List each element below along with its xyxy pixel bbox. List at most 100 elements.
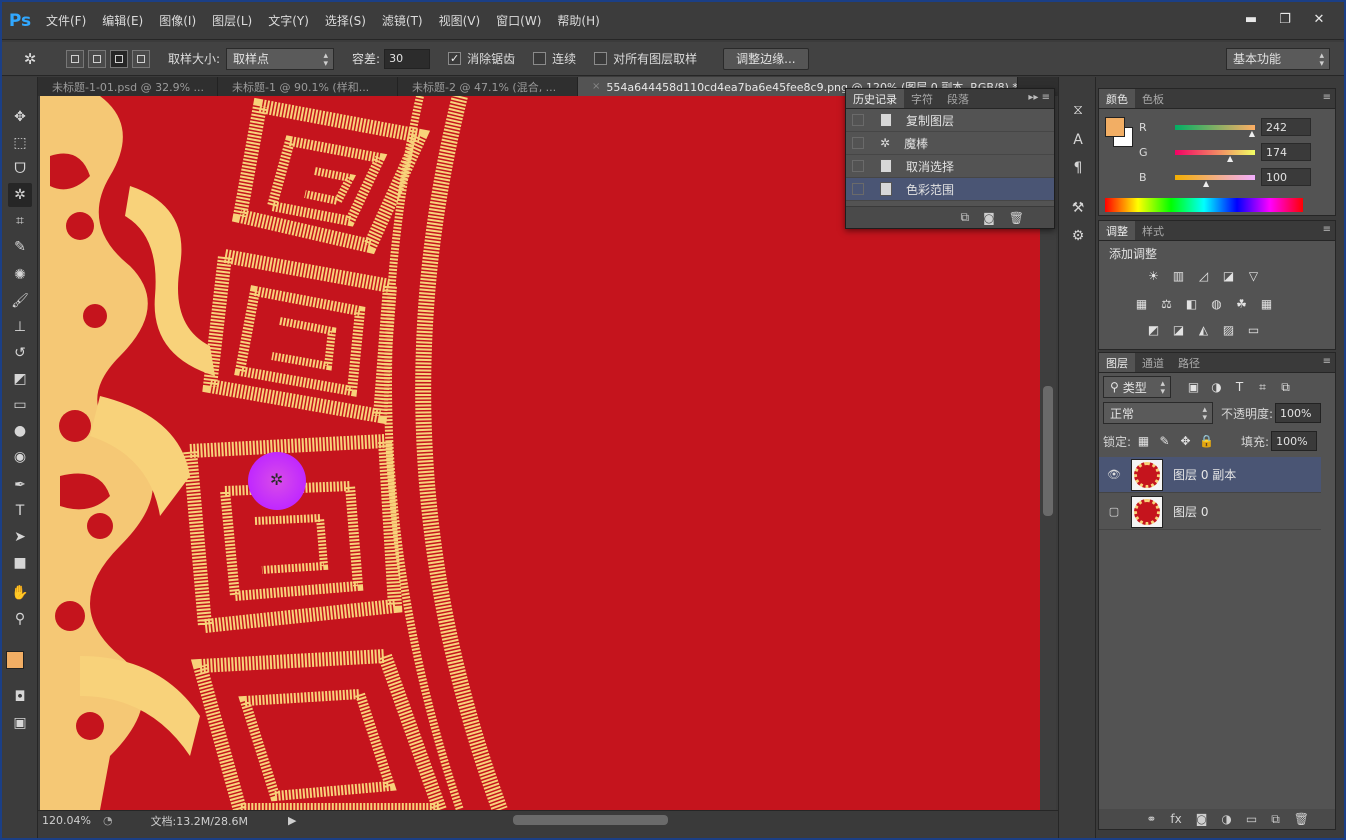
opacity-input[interactable]: 100% [1275,403,1322,423]
layer-filter-dropdown[interactable]: ⚲ 类型 ▴ ▾ [1103,376,1171,398]
zoom-level[interactable]: 120.04% [42,814,91,827]
menu-filter[interactable]: 滤镜(T) [374,2,431,40]
close-button[interactable]: ✕ [1304,10,1334,28]
menu-edit[interactable]: 编辑(E) [94,2,151,40]
path-selection-icon[interactable]: ➤ [8,525,32,549]
levels-icon[interactable]: ▥ [1170,267,1187,284]
scroll-thumb[interactable] [1043,386,1053,516]
brush-tool-icon[interactable]: 🖌 [8,289,32,313]
tab-channels[interactable]: 通道 [1135,353,1171,372]
document-tab[interactable]: 未标题-1-01.psd @ 32.9% ... [38,77,218,96]
horizontal-scroll-thumb[interactable] [513,815,668,825]
green-slider[interactable]: ▲ [1175,149,1255,163]
new-document-from-state-icon[interactable]: ⧉ [961,210,970,225]
tab-color[interactable]: 颜色 [1099,89,1135,108]
layer-style-fx-icon[interactable]: fx [1170,812,1181,826]
crop-tool-icon[interactable]: ⌗ [8,209,32,233]
trash-icon[interactable]: 🗑 [1294,812,1309,826]
color-foreground-swatch[interactable] [1105,117,1125,137]
type-tool-icon[interactable]: T [8,499,32,523]
vibrance-icon[interactable]: ▽ [1245,267,1262,284]
menu-view[interactable]: 视图(V) [431,2,489,40]
close-tab-icon[interactable]: × [592,81,600,92]
gradient-tool-icon[interactable]: ▭ [8,393,32,417]
sample-all-layers-checkbox[interactable] [594,52,608,65]
shape-tool-icon[interactable]: ■ [8,551,32,575]
eye-icon[interactable]: 👁 [1105,468,1123,481]
layer-row-selected[interactable]: 👁 图层 0 副本 [1099,457,1321,493]
document-tab[interactable]: 未标题-1 @ 90.1% (样和... [218,77,398,96]
exposure-icon[interactable]: ◪ [1220,267,1237,284]
stamp-tool-icon[interactable]: ⊥ [8,315,32,339]
brush-settings-icon[interactable]: ⚙ [1067,225,1089,247]
history-item[interactable]: ✲ 魔棒 [846,132,1054,155]
magic-wand-tool-icon[interactable]: ✲ [8,183,32,207]
foreground-color-swatch[interactable] [6,651,24,669]
maximize-button[interactable]: ❐ [1270,10,1300,28]
menu-type[interactable]: 文字(Y) [260,2,317,40]
lock-all-icon[interactable]: 🔒 [1198,433,1215,450]
filter-adjustment-icon[interactable]: ◑ [1208,379,1225,396]
history-brush-icon[interactable]: ↺ [8,341,32,365]
panel-menu-icon[interactable]: ≡ [1323,224,1331,235]
add-mask-icon[interactable]: ◙ [1196,812,1208,826]
tab-swatches[interactable]: 色板 [1135,89,1171,108]
red-value[interactable]: 242 [1261,118,1311,136]
workspace-dropdown[interactable]: 基本功能 ▴ ▾ [1226,47,1330,70]
panel-menu-icon[interactable]: ≡ [1323,92,1331,103]
color-lookup-icon[interactable]: ▦ [1258,295,1275,312]
move-tool-icon[interactable]: ✥ [8,105,32,129]
tab-adjustments[interactable]: 调整 [1099,221,1135,240]
photo-filter-icon[interactable]: ◍ [1208,295,1225,312]
tab-history[interactable]: 历史记录 [846,89,904,108]
history-item-selected[interactable]: 色彩范围 [846,178,1054,201]
tab-paths[interactable]: 路径 [1171,353,1207,372]
filter-type-icon[interactable]: T [1231,379,1248,396]
subtract-selection-icon[interactable] [110,49,128,68]
layer-row[interactable]: ▢ 图层 0 [1099,494,1321,530]
magic-wand-preset-icon[interactable]: ✲ [16,45,44,73]
color-balance-icon[interactable]: ⚖ [1158,295,1175,312]
lock-position-icon[interactable]: ✥ [1177,433,1194,450]
tab-character[interactable]: 字符 [904,89,940,108]
curves-icon[interactable]: ◿ [1195,267,1212,284]
minimize-button[interactable]: ▬ [1236,10,1266,28]
menu-layer[interactable]: 图层(L) [204,2,260,40]
panel-menu-icon[interactable]: ▸▸ ≡ [1028,92,1050,103]
threshold-icon[interactable]: ◭ [1195,321,1212,338]
black-white-icon[interactable]: ◧ [1183,295,1200,312]
eyedropper-tool-icon[interactable]: ✎ [8,235,32,259]
intersect-selection-icon[interactable] [132,49,150,68]
sample-size-dropdown[interactable]: 取样点 ▴ ▾ [226,47,335,70]
invert-icon[interactable]: ◩ [1145,321,1162,338]
healing-brush-icon[interactable]: ✺ [8,263,32,287]
history-item[interactable]: 取消选择 [846,155,1054,178]
hue-saturation-icon[interactable]: ▦ [1133,295,1150,312]
color-spectrum-bar[interactable] [1105,198,1303,212]
blue-value[interactable]: 100 [1261,168,1311,186]
filter-shape-icon[interactable]: ⌗ [1254,379,1271,396]
blend-mode-dropdown[interactable]: 正常 ▴ ▾ [1103,402,1213,424]
zoom-tool-icon[interactable]: ⚲ [8,607,32,631]
selective-color-icon[interactable]: ▨ [1220,321,1237,338]
trash-icon[interactable]: 🗑 [1009,211,1024,225]
screen-mode-icon[interactable]: ▣ [8,711,32,735]
history-panel-icon[interactable]: ⧖ [1067,99,1089,121]
tab-layers[interactable]: 图层 [1099,353,1135,372]
eraser-tool-icon[interactable]: ◩ [8,367,32,391]
menu-select[interactable]: 选择(S) [317,2,374,40]
menu-file[interactable]: 文件(F) [38,2,94,40]
new-selection-icon[interactable] [66,49,84,68]
tab-styles[interactable]: 样式 [1135,221,1171,240]
hand-tool-icon[interactable]: ✋ [8,581,32,605]
menu-window[interactable]: 窗口(W) [488,2,549,40]
link-layers-icon[interactable]: ⚭ [1146,812,1156,826]
red-slider[interactable]: ▲ [1175,124,1255,138]
quick-mask-icon[interactable]: ◘ [8,685,32,709]
tab-paragraph[interactable]: 段落 [940,89,976,108]
panel-menu-icon[interactable]: ≡ [1323,356,1331,367]
add-selection-icon[interactable] [88,49,106,68]
tolerance-input[interactable]: 30 [384,48,431,69]
menu-help[interactable]: 帮助(H) [549,2,607,40]
lasso-tool-icon[interactable]: ᗜ [8,157,32,181]
